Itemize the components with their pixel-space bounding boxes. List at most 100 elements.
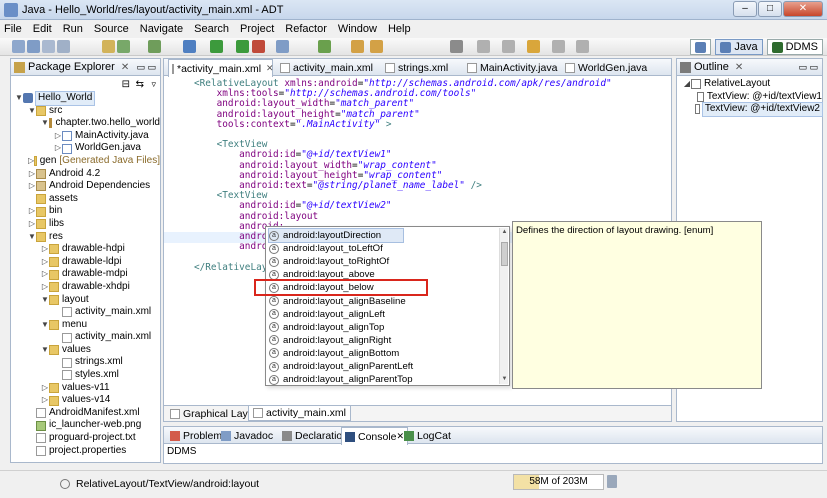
expand-toggle-icon[interactable]: ▼ xyxy=(41,344,49,357)
tree-item[interactable]: ▷ drawable-xhdpi xyxy=(11,281,160,294)
console-tab[interactable]: LogCat xyxy=(402,427,451,444)
tree-item[interactable]: ▼ chapter.two.hello_world xyxy=(11,117,160,130)
expand-toggle-icon[interactable]: ▷ xyxy=(28,205,36,218)
menu-window[interactable]: Window xyxy=(338,23,377,35)
console-tab[interactable]: Declaration xyxy=(280,427,348,444)
tree-item[interactable]: ▷ bin xyxy=(11,205,160,218)
expand-toggle-icon[interactable]: ▷ xyxy=(41,382,49,395)
close-view-icon[interactable]: ✕ xyxy=(735,62,743,73)
menu-run[interactable]: Run xyxy=(63,23,83,35)
tree-item[interactable]: ▷ Android Dependencies xyxy=(11,180,160,193)
menu-help[interactable]: Help xyxy=(388,23,411,35)
toolbar-button-icon[interactable] xyxy=(57,40,70,53)
expand-toggle-icon[interactable]: ▼ xyxy=(15,92,23,105)
tree-item[interactable]: ▷ MainActivity.java xyxy=(11,130,160,143)
expand-toggle-icon[interactable]: ▼ xyxy=(41,294,49,307)
tree-item[interactable]: ▷ values-v14 xyxy=(11,394,160,407)
scroll-down-icon[interactable]: ▼ xyxy=(500,375,509,384)
proposal-item[interactable]: a android:layout_toLeftOf xyxy=(269,242,383,255)
toolbar-button-icon[interactable] xyxy=(27,40,40,53)
toolbar-button-icon[interactable] xyxy=(102,40,115,53)
proposal-item[interactable]: a android:layout_alignRight xyxy=(269,334,391,347)
tree-item[interactable]: ▼ res xyxy=(11,231,160,244)
tree-item[interactable]: assets xyxy=(11,193,160,206)
expand-toggle-icon[interactable]: ▼ xyxy=(41,319,49,332)
menu-project[interactable]: Project xyxy=(240,23,274,35)
tree-item[interactable]: ▷ drawable-ldpi xyxy=(11,256,160,269)
tree-item[interactable]: ▷ drawable-hdpi xyxy=(11,243,160,256)
tree-item[interactable]: activity_main.xml xyxy=(11,306,160,319)
outline-item[interactable]: TextView: @+id/textView1 xyxy=(677,91,822,104)
garbage-collect-icon[interactable] xyxy=(607,475,617,488)
editor-tab[interactable]: activity_main.xml xyxy=(277,59,377,76)
outline-item[interactable]: TextView: @+id/textView2 xyxy=(677,102,824,117)
tree-item[interactable]: ic_launcher-web.png xyxy=(11,419,160,432)
expand-toggle-icon[interactable]: ▷ xyxy=(41,281,49,294)
tree-item[interactable]: ▼ values xyxy=(11,344,160,357)
proposal-item[interactable]: a android:layout_alignLeft xyxy=(269,308,385,321)
menu-file[interactable]: File xyxy=(4,23,22,35)
java-perspective-button[interactable]: Java xyxy=(715,39,763,55)
expand-toggle-icon[interactable]: ▷ xyxy=(41,256,49,269)
open-perspective-button[interactable] xyxy=(690,39,712,55)
toolbar-button-icon[interactable] xyxy=(42,40,55,53)
menu-search[interactable]: Search xyxy=(194,23,229,35)
tree-item[interactable]: ▷ WorldGen.java xyxy=(11,142,160,155)
close-view-icon[interactable]: ✕ xyxy=(121,62,129,73)
outline-item[interactable]: ◢ RelativeLayout xyxy=(677,78,822,91)
menu-edit[interactable]: Edit xyxy=(33,23,52,35)
toolbar-button-icon[interactable] xyxy=(236,40,249,53)
tree-item[interactable]: ▷ Android 4.2 xyxy=(11,168,160,181)
toolbar-button-icon[interactable] xyxy=(527,40,540,53)
toolbar-button-icon[interactable] xyxy=(477,40,490,53)
toolbar-button-icon[interactable] xyxy=(576,40,589,53)
toolbar-button-icon[interactable] xyxy=(502,40,515,53)
expand-toggle-icon[interactable]: ▼ xyxy=(41,117,49,130)
toolbar-button-icon[interactable] xyxy=(450,40,463,53)
expand-toggle-icon[interactable]: ▷ xyxy=(28,218,36,231)
tree-item[interactable]: ▷ values-v11 xyxy=(11,382,160,395)
tree-item[interactable]: project.properties xyxy=(11,445,160,458)
toolbar-button-icon[interactable] xyxy=(552,40,565,53)
package-explorer-tab[interactable]: Package Explorer ✕ ▭ ▭ xyxy=(11,59,160,76)
expand-toggle-icon[interactable]: ▷ xyxy=(54,142,62,155)
toolbar-button-icon[interactable] xyxy=(351,40,364,53)
scroll-up-icon[interactable]: ▲ xyxy=(500,228,509,237)
heap-status[interactable]: 58M of 203M xyxy=(513,474,604,490)
tree-item[interactable]: ▼ src xyxy=(11,105,160,118)
maximize-button[interactable]: □ xyxy=(758,1,782,17)
editor-tab[interactable]: WorldGen.java xyxy=(562,59,652,76)
expand-toggle-icon[interactable]: ▷ xyxy=(41,394,49,407)
menu-source[interactable]: Source xyxy=(94,23,129,35)
expand-toggle-icon[interactable]: ▷ xyxy=(28,180,36,193)
expand-toggle-icon[interactable]: ▼ xyxy=(28,105,36,118)
proposal-item[interactable]: a android:layout_alignParentLeft xyxy=(269,360,413,373)
proposal-scrollbar[interactable]: ▲ ▼ xyxy=(499,228,508,384)
minimize-view-icon[interactable]: ▭ ▭ xyxy=(798,62,818,73)
tree-item[interactable]: styles.xml xyxy=(11,369,160,382)
minimize-view-icon[interactable]: ▭ ▭ xyxy=(136,62,156,73)
expand-toggle-icon[interactable]: ▷ xyxy=(41,243,49,256)
close-button[interactable]: ✕ xyxy=(783,1,823,17)
console-tab[interactable]: Console ✕ xyxy=(341,427,409,445)
tree-item[interactable]: ▼ menu xyxy=(11,319,160,332)
toolbar-button-icon[interactable] xyxy=(183,40,196,53)
toolbar-button-icon[interactable] xyxy=(12,40,25,53)
expand-toggle-icon[interactable]: ▷ xyxy=(28,168,36,181)
collapse-all-icon[interactable]: ⊟ xyxy=(122,79,130,90)
toolbar-button-icon[interactable] xyxy=(318,40,331,53)
proposal-item[interactable]: a android:layout_alignBottom xyxy=(269,347,399,360)
tree-item[interactable]: activity_main.xml xyxy=(11,331,160,344)
link-with-editor-icon[interactable]: ⇆ xyxy=(136,79,144,90)
scroll-thumb[interactable] xyxy=(501,242,508,266)
editor-mode-tab[interactable]: activity_main.xml xyxy=(248,406,351,421)
expand-toggle-icon[interactable]: ▷ xyxy=(41,268,49,281)
proposal-item[interactable]: a android:layout_alignParentTop xyxy=(269,373,413,386)
toolbar-button-icon[interactable] xyxy=(148,40,161,53)
expand-toggle-icon[interactable]: ▼ xyxy=(28,231,36,244)
close-tab-icon[interactable]: ✕ xyxy=(266,63,274,74)
toolbar-button-icon[interactable] xyxy=(210,40,223,53)
toolbar-button-icon[interactable] xyxy=(252,40,265,53)
proposal-item[interactable]: a android:layout_alignBaseline xyxy=(269,295,406,308)
tree-item[interactable]: strings.xml xyxy=(11,356,160,369)
